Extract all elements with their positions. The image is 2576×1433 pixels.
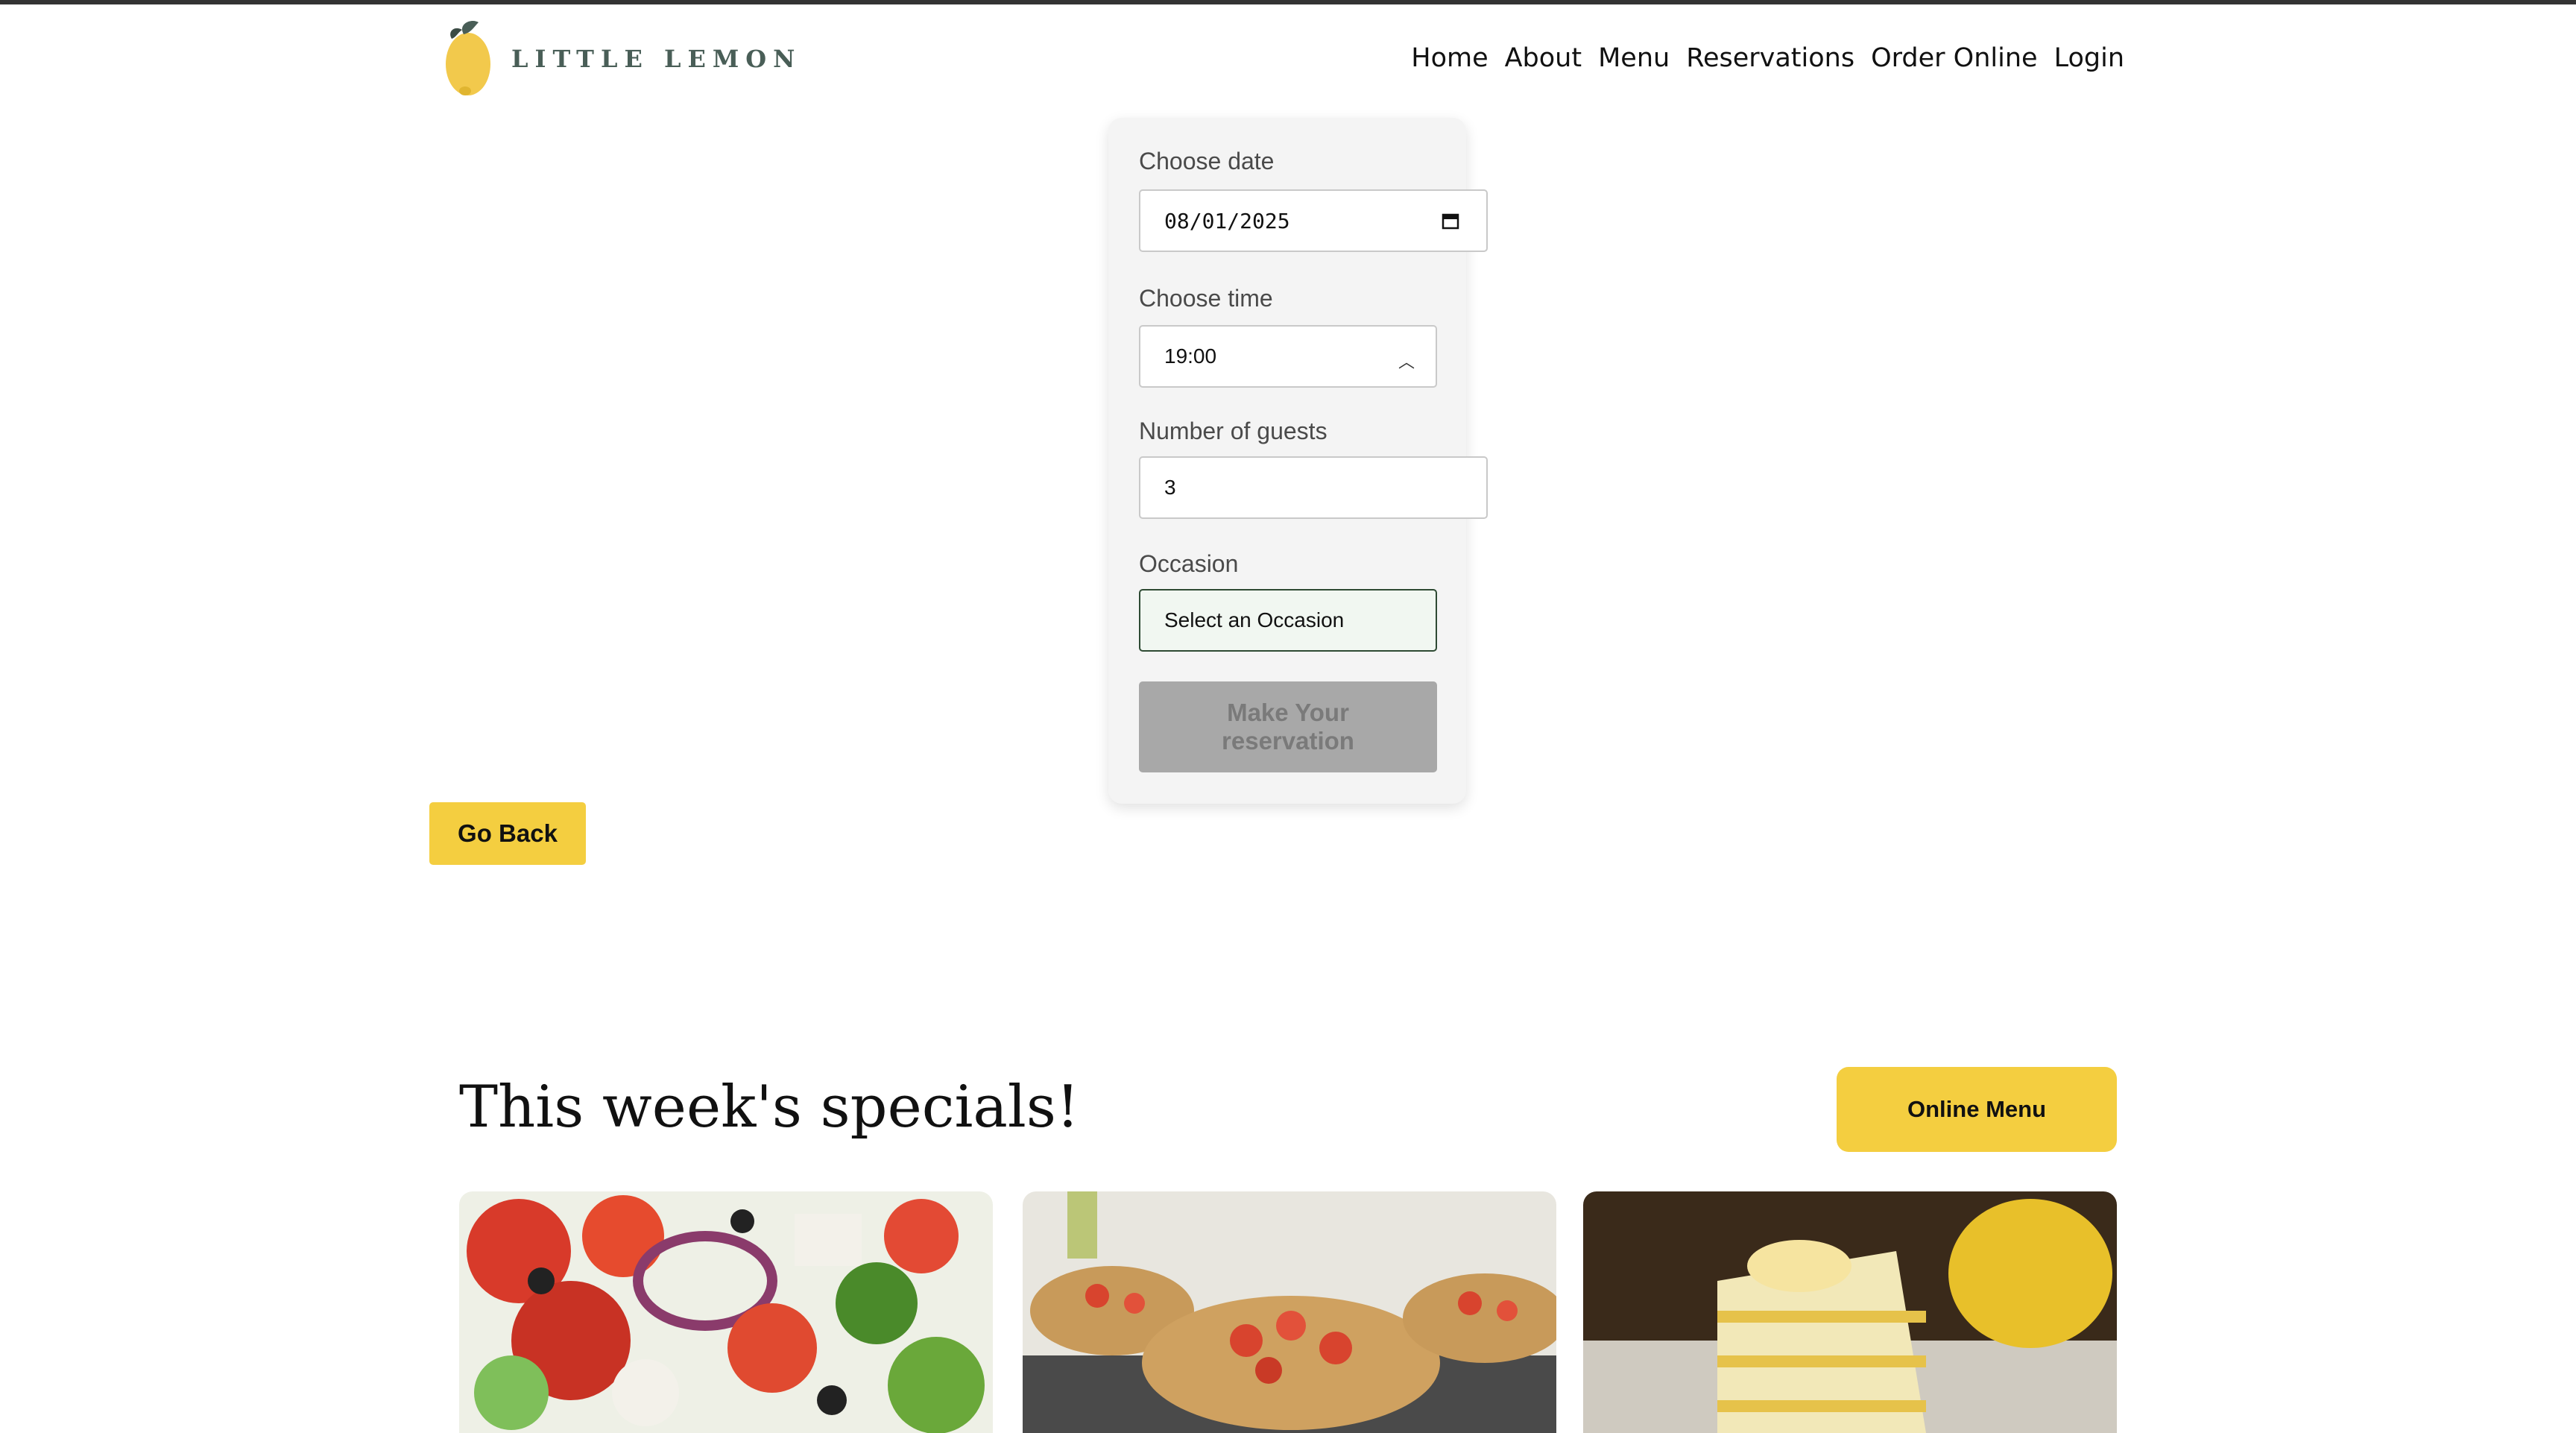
nav-menu[interactable]: Menu bbox=[1598, 43, 1670, 73]
date-input[interactable]: 08/01/2025 bbox=[1139, 189, 1488, 252]
occasion-select[interactable]: Select an Occasion bbox=[1139, 589, 1437, 652]
guests-input[interactable]: 3 bbox=[1139, 456, 1488, 519]
online-menu-button[interactable]: Online Menu bbox=[1837, 1067, 2117, 1152]
nav-reservations[interactable]: Reservations bbox=[1686, 43, 1854, 73]
nav-order-online[interactable]: Order Online bbox=[1871, 43, 2037, 73]
nav-about[interactable]: About bbox=[1505, 43, 1582, 73]
lemon-dessert-image[interactable] bbox=[1583, 1191, 2117, 1433]
main-nav: Home About Menu Reservations Order Onlin… bbox=[1411, 43, 2124, 73]
specials-title: This week's specials! bbox=[459, 1074, 1080, 1141]
lemon-logo-icon bbox=[446, 20, 490, 95]
date-label: Choose date bbox=[1139, 148, 1275, 174]
guests-value: 3 bbox=[1164, 476, 1176, 499]
bruschetta-illustration bbox=[1023, 1191, 1556, 1433]
calendar-icon[interactable] bbox=[1442, 212, 1459, 230]
salad-illustration bbox=[459, 1191, 993, 1433]
date-value: 08/01/2025 bbox=[1164, 208, 1290, 233]
top-border bbox=[0, 0, 2576, 4]
greek-salad-image[interactable] bbox=[459, 1191, 993, 1433]
occasion-value: Select an Occasion bbox=[1164, 608, 1345, 632]
nav-home[interactable]: Home bbox=[1411, 43, 1488, 73]
occasion-label: Occasion bbox=[1139, 550, 1239, 577]
submit-label: Make Your reservation bbox=[1222, 699, 1354, 755]
guests-label: Number of guests bbox=[1139, 418, 1328, 444]
chevron-up-icon: ︿ bbox=[1398, 353, 1415, 371]
time-label: Choose time bbox=[1139, 285, 1273, 312]
time-select[interactable]: 19:00 ︿ bbox=[1139, 325, 1437, 388]
brand-name: LITTLE LEMON bbox=[511, 45, 802, 73]
dessert-illustration bbox=[1583, 1191, 2117, 1433]
make-reservation-button[interactable]: Make Your reservation bbox=[1139, 681, 1437, 772]
logo[interactable]: LITTLE LEMON bbox=[441, 16, 801, 101]
time-value: 19:00 bbox=[1164, 344, 1217, 368]
bruschetta-image[interactable] bbox=[1023, 1191, 1556, 1433]
go-back-button[interactable]: Go Back bbox=[429, 802, 586, 865]
nav-login[interactable]: Login bbox=[2054, 43, 2124, 73]
